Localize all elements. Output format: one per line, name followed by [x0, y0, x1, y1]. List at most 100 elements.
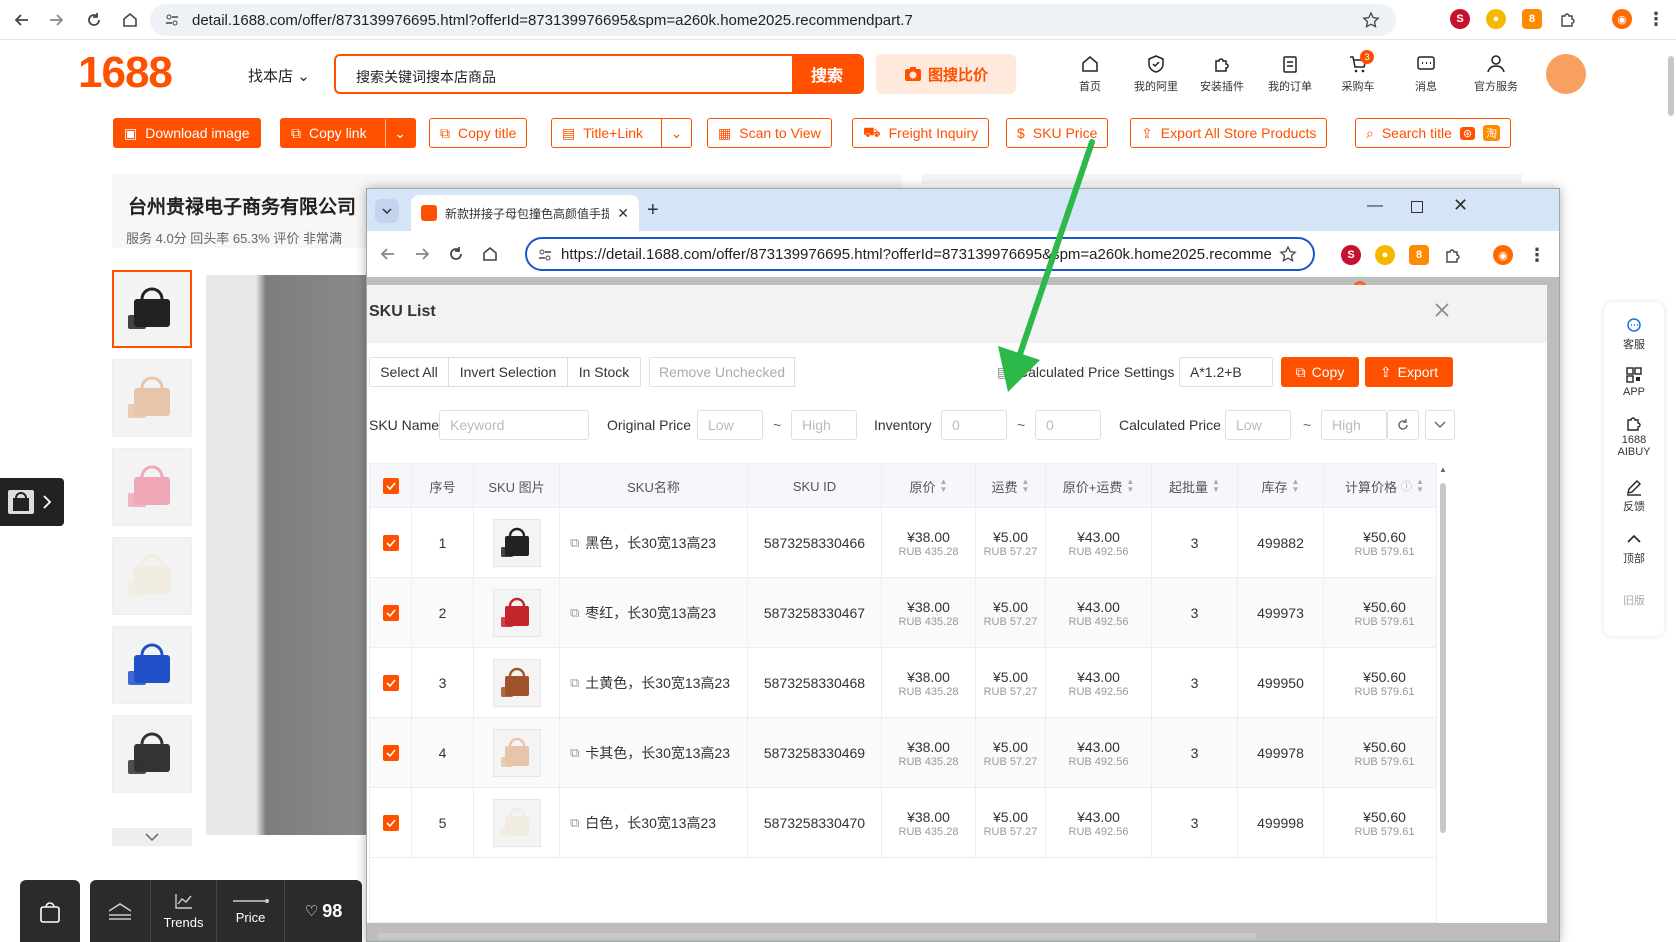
forward-icon[interactable] — [44, 8, 68, 32]
in-stock-button[interactable]: In Stock — [567, 357, 641, 387]
extensions-puzzle-icon[interactable] — [1558, 9, 1578, 29]
table-row[interactable]: 2 ⧉ 枣红，长30宽13高23 5873258330467 ¥38.00 RUB 435… — [370, 578, 1436, 648]
select-all-button[interactable]: Select All — [369, 357, 449, 387]
row-checkbox-cell[interactable] — [370, 788, 412, 858]
maximize-icon[interactable] — [1411, 201, 1423, 213]
scroll-up-icon[interactable]: ▲ — [1439, 465, 1447, 474]
download-image-button[interactable]: ▣ Download image — [113, 118, 261, 148]
home-icon[interactable] — [481, 245, 499, 263]
extensions-puzzle-icon[interactable] — [1443, 245, 1463, 265]
copy-icon[interactable]: ⧉ — [570, 605, 579, 621]
row-checkbox-cell[interactable] — [370, 718, 412, 788]
page-scroll-thumb[interactable] — [1668, 56, 1674, 116]
price-button[interactable]: Price — [216, 880, 284, 942]
copy-icon[interactable]: ⧉ — [570, 745, 579, 761]
bookmark-star-icon[interactable] — [1279, 245, 1297, 263]
checkbox-checked-icon[interactable] — [382, 605, 399, 621]
row-checkbox-cell[interactable] — [370, 648, 412, 718]
table-row[interactable]: 1 ⧉ 黑色，长30宽13高23 5873258330466 ¥38.00 RUB 435… — [370, 508, 1436, 578]
nav-puzzle[interactable]: 安装插件 — [1192, 54, 1252, 94]
copy-link-dropdown-icon[interactable]: ⌄ — [384, 119, 415, 147]
company-name[interactable]: 台州贵禄电子商务有限公司 — [128, 192, 356, 219]
main-product-image[interactable] — [206, 275, 366, 835]
bookmark-star-icon[interactable] — [1362, 11, 1380, 29]
calc-price-low-input[interactable]: Low — [1225, 410, 1291, 440]
reload-icon[interactable] — [447, 245, 465, 263]
export-button[interactable]: ⇪ Export — [1365, 357, 1453, 387]
copy-button[interactable]: ⧉ Copy — [1281, 357, 1359, 387]
trends-button[interactable]: Trends — [150, 880, 216, 942]
column-header[interactable]: 库存 ▲ ▼ — [1238, 464, 1324, 508]
forward-icon[interactable] — [413, 245, 431, 263]
product-thumbnail[interactable] — [112, 270, 192, 348]
sku-keyword-input[interactable]: Keyword — [439, 410, 589, 440]
title-link-dropdown-icon[interactable]: ⌄ — [661, 119, 691, 147]
expand-filter-button[interactable] — [1425, 410, 1455, 440]
calc-settings-label[interactable]: ▤ Calculated Price Settings — [997, 364, 1174, 381]
inventory-max-input[interactable]: 0 — [1035, 410, 1101, 440]
scroll-thumb[interactable] — [1440, 483, 1446, 833]
sku-image[interactable] — [492, 589, 541, 637]
home-icon[interactable] — [118, 8, 142, 32]
table-row[interactable]: 5 ⧉ 白色，长30宽13高23 5873258330470 ¥38.00 RUB 435… — [370, 788, 1436, 858]
search-input[interactable]: 搜索关键词搜本店商品 — [356, 67, 496, 87]
product-thumbnail[interactable] — [112, 448, 192, 526]
original-price-low-input[interactable]: Low — [697, 410, 763, 440]
sku-price-button[interactable]: $ SKU Price — [1006, 118, 1109, 148]
sort-icon[interactable]: ▲ ▼ — [1126, 478, 1134, 494]
product-thumbnail[interactable] — [112, 359, 192, 437]
popup-address-bar[interactable]: https://detail.1688.com/offer/8731399766… — [525, 237, 1315, 271]
menu-button[interactable] — [90, 880, 150, 942]
browser-tab[interactable]: 新款拼接子母包撞色高颜值手提 ✕ — [411, 195, 639, 231]
copy-link-button[interactable]: ⧉ Copy link ⌄ — [280, 118, 416, 148]
side-float-item[interactable]: 1688 AIBUY — [1604, 414, 1664, 458]
extension-s-icon[interactable]: S — [1450, 9, 1470, 29]
checkbox-checked-icon[interactable] — [382, 478, 399, 494]
sku-image[interactable] — [492, 659, 541, 707]
original-price-high-input[interactable]: High — [791, 410, 857, 440]
column-header[interactable]: 计算价格 ⓘ ▲ ▼ — [1324, 464, 1436, 508]
browser-menu-icon[interactable]: ⋮ — [1646, 9, 1666, 29]
help-icon[interactable]: ⓘ — [1401, 478, 1412, 494]
tab-list-dropdown-icon[interactable] — [375, 199, 399, 223]
side-float-item[interactable]: 客服 — [1604, 316, 1664, 352]
copy-icon[interactable]: ⧉ — [570, 815, 579, 831]
sku-image[interactable] — [492, 799, 541, 847]
column-header[interactable]: 起批量 ▲ ▼ — [1152, 464, 1238, 508]
side-float-item[interactable]: 顶部 — [1604, 530, 1664, 566]
image-search-button[interactable]: 图搜比价 — [876, 54, 1016, 94]
reload-icon[interactable] — [82, 8, 106, 32]
checkbox-checked-icon[interactable] — [382, 815, 399, 831]
row-checkbox-cell[interactable] — [370, 508, 412, 578]
sort-icon[interactable]: ▲ ▼ — [1212, 478, 1220, 494]
user-avatar[interactable] — [1546, 54, 1586, 94]
product-thumbnail[interactable] — [112, 626, 192, 704]
horizontal-scroll-thumb[interactable] — [377, 933, 1257, 939]
nav-home[interactable]: 首页 — [1060, 54, 1120, 94]
sort-icon[interactable]: ▲ ▼ — [940, 478, 948, 494]
inventory-min-input[interactable]: 0 — [941, 410, 1007, 440]
title-link-button[interactable]: ▤ Title+Link ⌄ — [551, 118, 693, 148]
sort-icon[interactable]: ▲ ▼ — [1292, 478, 1300, 494]
search-button[interactable]: 搜索 — [792, 56, 862, 92]
copy-icon[interactable]: ⧉ — [570, 535, 579, 551]
extension-coin-icon[interactable]: ● — [1486, 9, 1506, 29]
site-info-icon[interactable] — [537, 247, 553, 263]
site-info-icon[interactable] — [164, 12, 180, 28]
extension-8-icon[interactable]: 8 — [1522, 9, 1542, 29]
table-scrollbar[interactable]: ▲ — [1439, 465, 1447, 923]
search-title-button[interactable]: ⌕ Search title ⊛ 淘 — [1355, 118, 1512, 148]
copy-title-button[interactable]: ⧉ Copy title — [429, 118, 528, 148]
column-header[interactable]: 原价 ▲ ▼ — [882, 464, 976, 508]
favorite-button[interactable]: ♡ 98 — [284, 880, 362, 942]
minimize-icon[interactable]: — — [1367, 197, 1383, 215]
side-float-item[interactable]: 反馈 — [1604, 478, 1664, 514]
checkbox-checked-icon[interactable] — [382, 745, 399, 761]
browser-menu-icon[interactable]: ⋮ — [1527, 245, 1547, 265]
table-row[interactable]: 3 ⧉ 土黄色，长30宽13高23 5873258330468 ¥38.00 RUB 43… — [370, 648, 1436, 718]
invert-selection-button[interactable]: Invert Selection — [448, 357, 568, 387]
site-logo[interactable]: 1688 — [78, 48, 173, 98]
new-tab-icon[interactable]: + — [647, 199, 659, 222]
address-bar[interactable]: detail.1688.com/offer/873139976695.html?… — [150, 4, 1396, 36]
extension-s-icon[interactable]: S — [1341, 245, 1361, 265]
